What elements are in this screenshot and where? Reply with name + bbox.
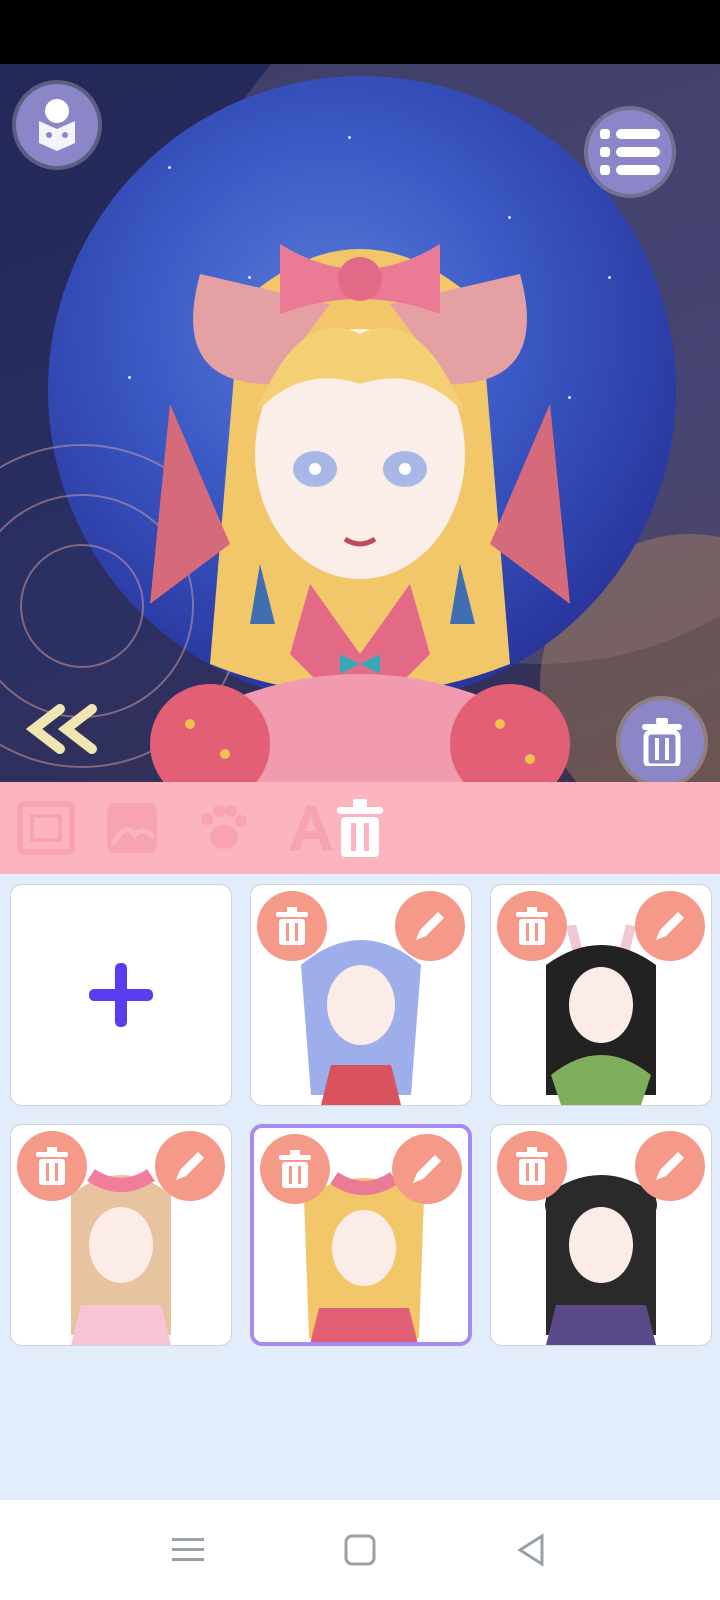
character-illustration <box>150 244 570 782</box>
avatar-preview <box>0 64 720 782</box>
tab-background[interactable] <box>100 796 164 860</box>
trash-icon <box>642 718 682 766</box>
delete-avatar-small-button[interactable] <box>17 1131 87 1201</box>
pencil-icon <box>416 912 444 940</box>
tab-delete[interactable] <box>328 796 392 860</box>
tab-pet[interactable] <box>190 796 254 860</box>
status-bar <box>0 0 720 64</box>
tab-frame[interactable] <box>14 796 78 860</box>
edit-avatar-button[interactable] <box>635 891 705 961</box>
pencil-icon <box>656 912 684 940</box>
recents-menu-icon[interactable] <box>168 1530 208 1570</box>
background-icon <box>107 803 157 853</box>
edit-avatar-button[interactable] <box>392 1134 462 1204</box>
avatar-gallery <box>0 874 720 1500</box>
trash-icon <box>276 907 308 945</box>
random-cube-button[interactable] <box>16 84 98 166</box>
paw-icon <box>201 805 247 849</box>
avatar-card-5[interactable] <box>490 1124 712 1346</box>
delete-avatar-small-button[interactable] <box>257 891 327 961</box>
edit-avatar-button[interactable] <box>155 1131 225 1201</box>
avatar-card-1[interactable] <box>250 884 472 1106</box>
double-chevron-left-icon[interactable] <box>22 704 102 754</box>
frame-icon <box>17 801 75 855</box>
delete-avatar-button[interactable] <box>620 700 704 782</box>
pencil-icon <box>656 1152 684 1180</box>
trash-icon <box>337 799 383 857</box>
delete-avatar-small-button[interactable] <box>497 1131 567 1201</box>
list-menu-icon <box>600 129 660 175</box>
home-square-icon[interactable] <box>340 1530 380 1570</box>
edit-avatar-button[interactable] <box>635 1131 705 1201</box>
avatar-card-4-selected[interactable] <box>250 1124 472 1346</box>
add-avatar-card[interactable] <box>10 884 232 1106</box>
edit-avatar-button[interactable] <box>395 891 465 961</box>
trash-icon <box>516 1147 548 1185</box>
plus-icon <box>89 963 153 1027</box>
list-menu-button[interactable] <box>588 110 672 194</box>
cube-dice-icon <box>39 99 75 151</box>
trash-icon <box>279 1150 311 1188</box>
delete-avatar-small-button[interactable] <box>260 1134 330 1204</box>
trash-icon <box>516 907 548 945</box>
category-tabbar <box>0 782 720 874</box>
system-navbar <box>0 1500 720 1600</box>
trash-icon <box>36 1147 68 1185</box>
pencil-icon <box>413 1155 441 1183</box>
avatar-card-3[interactable] <box>10 1124 232 1346</box>
pencil-icon <box>176 1152 204 1180</box>
delete-avatar-small-button[interactable] <box>497 891 567 961</box>
back-triangle-icon[interactable] <box>512 1530 552 1570</box>
avatar-card-2[interactable] <box>490 884 712 1106</box>
